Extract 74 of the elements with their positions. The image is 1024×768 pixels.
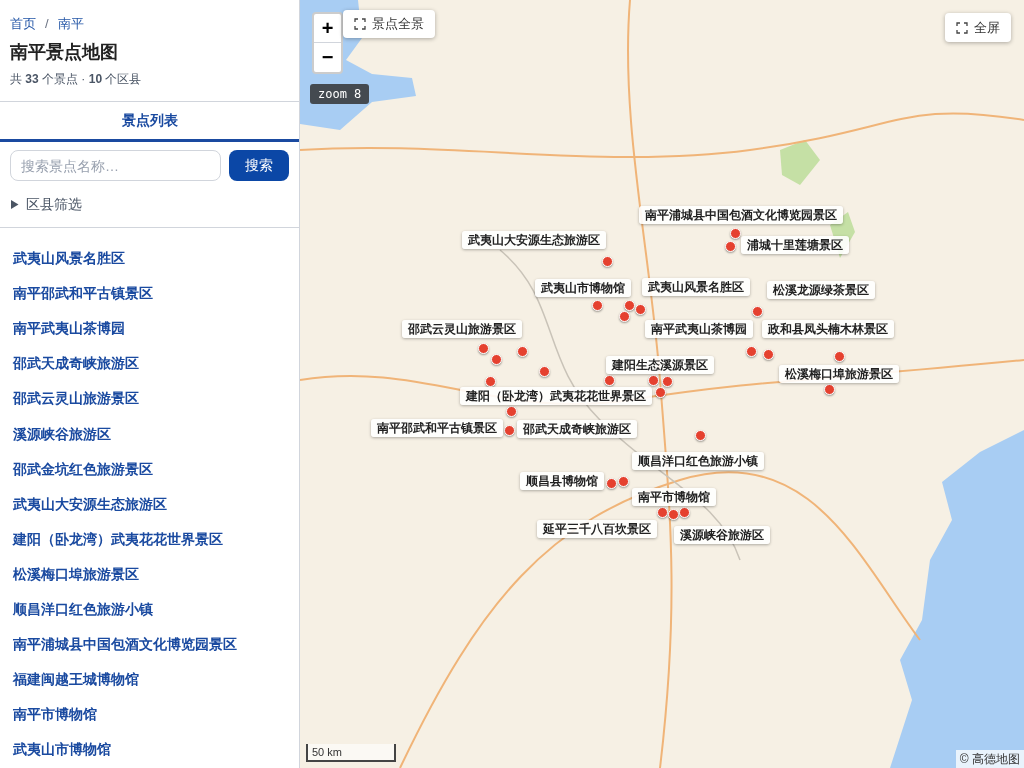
map-marker-icon[interactable] [833, 350, 845, 362]
marker-label: 建阳生态溪源景区 [606, 356, 714, 374]
map-marker-icon[interactable] [618, 310, 630, 322]
map-marker-icon[interactable] [724, 240, 736, 252]
map-marker-icon[interactable] [745, 345, 757, 357]
marker-label: 邵武天成奇峡旅游区 [517, 420, 637, 438]
page-title: 南平景点地图 [10, 41, 119, 64]
map-marker-icon[interactable] [729, 227, 741, 239]
spot-link[interactable]: 邵武云灵山旅游景区 [13, 388, 139, 410]
marker-label: 南平武夷山茶博园 [645, 320, 753, 338]
breadcrumb-link[interactable]: 首页 [10, 15, 36, 33]
map-marker-icon[interactable] [762, 348, 774, 360]
scale-bar: 50 km [306, 744, 396, 762]
map-marker-icon[interactable] [654, 386, 666, 398]
map-marker-icon[interactable] [603, 374, 615, 386]
map-marker-icon[interactable] [477, 342, 489, 354]
fullscreen-button[interactable]: 全屏 [945, 13, 1011, 42]
marker-label: 南平邵武和平古镇景区 [371, 419, 503, 437]
marker-label: 南平浦城县中国包酒文化博览园景区 [639, 206, 843, 224]
spot-link[interactable]: 溪源峡谷旅游区 [13, 423, 111, 445]
breadcrumb-link[interactable]: 南平 [57, 15, 84, 33]
map-marker-icon[interactable] [516, 345, 528, 357]
map-marker-icon[interactable] [623, 299, 635, 311]
marker-label: 邵武云灵山旅游景区 [402, 320, 522, 338]
marker-label: 政和县凤头楠木林景区 [762, 320, 894, 338]
fullscreen-icon [354, 18, 366, 30]
marker-label: 浦城十里莲塘景区 [741, 236, 849, 254]
map-marker-icon[interactable] [634, 303, 646, 315]
marker-label: 武夷山风景名胜区 [642, 278, 750, 296]
zoom-in-button[interactable]: + [314, 14, 341, 43]
marker-label: 松溪梅口埠旅游景区 [779, 365, 899, 383]
spot-link[interactable]: 顺昌洋口红色旅游小镇 [13, 599, 153, 620]
marker-label: 顺昌县博物馆 [520, 472, 604, 490]
map-marker-icon[interactable] [605, 477, 617, 489]
zoom-out-button[interactable]: − [314, 43, 341, 72]
spot-link[interactable]: 武夷山市博物馆 [13, 739, 111, 761]
spot-link[interactable]: 邵武天成奇峡旅游区 [13, 353, 139, 375]
map-marker-icon[interactable] [617, 475, 629, 487]
map-marker-icon[interactable] [484, 375, 496, 387]
map-marker-icon[interactable] [538, 365, 550, 377]
spot-link[interactable]: 南平武夷山茶博园 [13, 318, 125, 340]
spot-link[interactable]: 建阳（卧龙湾）武夷花花世界景区 [13, 528, 223, 550]
fullscreen-icon [956, 21, 968, 34]
search-button[interactable]: 搜索 [229, 150, 289, 181]
district-filter-toggle[interactable]: 区县筛选 [10, 195, 82, 213]
marker-label: 松溪龙源绿茶景区 [767, 281, 875, 299]
marker-label: 南平市博物馆 [632, 488, 716, 506]
spot-link[interactable]: 松溪梅口埠旅游景区 [13, 563, 139, 585]
marker-label: 武夷山市博物馆 [535, 279, 631, 297]
marker-label: 溪源峡谷旅游区 [674, 526, 770, 544]
spot-link[interactable]: 武夷山风景名胜区 [13, 248, 125, 270]
map-marker-icon[interactable] [591, 299, 603, 311]
overview-button[interactable]: 景点全景 [343, 10, 435, 38]
map-marker-icon[interactable] [601, 255, 613, 267]
marker-label: 顺昌洋口红色旅游小镇 [632, 452, 764, 470]
map-marker-icon[interactable] [661, 375, 673, 387]
breadcrumb-separator: / [45, 15, 49, 33]
spot-link[interactable]: 福建闽越王城博物馆 [13, 669, 139, 691]
spot-link[interactable]: 南平浦城县中国包酒文化博览园景区 [13, 634, 237, 656]
marker-label: 延平三千八百坎景区 [537, 520, 657, 538]
marker-label: 武夷山大安源生态旅游区 [462, 231, 606, 249]
spot-link[interactable]: 南平邵武和平古镇景区 [13, 283, 153, 305]
summary-text: 共 33 个景点 · 10 个区县 [10, 71, 143, 88]
map-marker-icon[interactable] [751, 305, 763, 317]
zoom-level-badge: zoom 8 [310, 84, 370, 104]
map-marker-icon[interactable] [694, 429, 706, 441]
map-marker-icon[interactable] [490, 353, 502, 365]
map-attribution: © 高德地图 [955, 750, 1024, 768]
marker-label: 建阳（卧龙湾）武夷花花世界景区 [460, 387, 652, 405]
search-field[interactable]: 搜索景点名称… [10, 150, 221, 181]
spot-link[interactable]: 邵武金坑红色旅游景区 [13, 458, 153, 480]
spot-link[interactable]: 南平市博物馆 [13, 704, 97, 726]
map-marker-icon[interactable] [667, 508, 679, 520]
spot-link[interactable]: 武夷山大安源生态旅游区 [13, 493, 167, 515]
